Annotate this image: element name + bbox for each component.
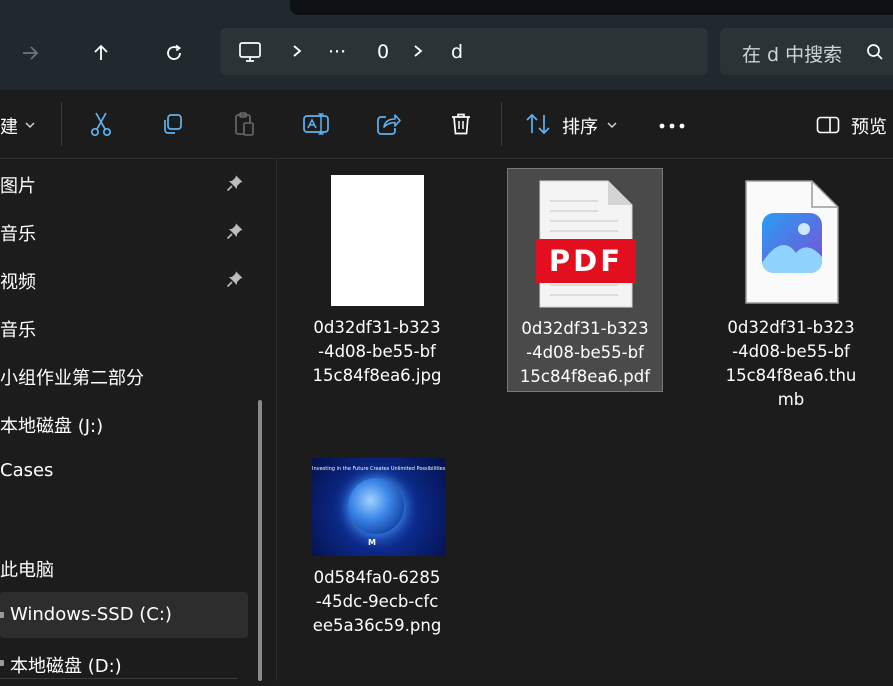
sidebar-item-cases[interactable]: Cases: [0, 448, 248, 494]
pin-icon[interactable]: [226, 270, 244, 288]
search-icon[interactable]: [866, 43, 884, 61]
file-list: 0d32df31-b323 -4d08-be55-bf 15c84f8ea6.j…: [277, 159, 893, 681]
pdf-file-icon: PDF: [536, 180, 636, 308]
delete-button[interactable]: [445, 108, 477, 140]
preview-pane-icon[interactable]: [816, 116, 840, 134]
sidebar-item-label: 图片: [0, 176, 36, 197]
pin-icon[interactable]: [226, 222, 244, 240]
breadcrumb-segment-d[interactable]: d: [451, 40, 463, 64]
earth-image-thumbnail: Investing in the Future Creates Unlimite…: [312, 458, 445, 556]
image-thumbnail: [331, 175, 424, 306]
photos-file-icon: [745, 180, 839, 304]
address-bar[interactable]: ··· 0 d: [220, 28, 708, 75]
sidebar-item-label: 视频: [0, 272, 36, 293]
command-bar: 建 排序 预览: [0, 90, 893, 159]
breadcrumb-ellipsis[interactable]: ···: [328, 40, 346, 64]
sidebar-item-music[interactable]: 音乐: [0, 208, 248, 254]
clipboard-icon: [235, 112, 254, 136]
sidebar-item-label: Windows-SSD (C:): [10, 604, 172, 625]
file-name: 0d32df31-b323 -4d08-be55-bf 15c84f8ea6.t…: [725, 318, 857, 409]
breadcrumb-chevron-icon: [293, 45, 302, 57]
pin-icon[interactable]: [226, 174, 244, 192]
refresh-icon: [167, 44, 182, 60]
sidebar-item-group-work[interactable]: 小组作业第二部分: [0, 352, 248, 398]
refresh-button[interactable]: [158, 37, 190, 69]
sidebar-item-label: 本地磁盘 (D:): [10, 656, 122, 677]
sidebar-item-label: 小组作业第二部分: [0, 368, 144, 389]
sidebar-item-drive-d[interactable]: 本地磁盘 (D:): [0, 640, 248, 686]
forward-button[interactable]: [14, 37, 46, 69]
preview-button[interactable]: 预览: [851, 113, 887, 139]
copy-button[interactable]: [156, 108, 188, 140]
file-item[interactable]: 0d32df31-b323 -4d08-be55-bf 15c84f8ea6.j…: [300, 169, 454, 399]
file-name: 0d32df31-b323 -4d08-be55-bf 15c84f8ea6.j…: [312, 318, 442, 385]
sidebar-scrollbar[interactable]: [258, 400, 262, 681]
file-item-selected[interactable]: PDF 0d32df31-b323 -4d08-be55-bf 15c84f8e…: [507, 168, 663, 392]
rename-icon: [303, 113, 329, 135]
computer-icon: [239, 42, 261, 62]
window-top-strip: [290, 0, 893, 15]
sidebar-item-label: 音乐: [0, 320, 36, 341]
file-item[interactable]: 0d32df31-b323 -4d08-be55-bf 15c84f8ea6.t…: [714, 169, 868, 419]
sidebar-item-label: 此电脑: [0, 560, 54, 581]
sidebar-item-music-folder[interactable]: 音乐: [0, 304, 248, 350]
file-name: 0d584fa0-6285 -45dc-9ecb-cfc ee5a36c59.p…: [312, 568, 442, 635]
sidebar-item-label: 本地磁盘 (J:): [0, 416, 104, 437]
cut-button[interactable]: [85, 108, 117, 140]
sidebar-item-drive-j[interactable]: 本地磁盘 (J:): [0, 400, 248, 446]
thumbnail-logo: M: [368, 538, 376, 547]
sort-arrows-icon: [526, 113, 550, 135]
sidebar-item-drive-c[interactable]: Windows-SSD (C:): [0, 592, 248, 638]
sidebar-item-videos[interactable]: 视频: [0, 256, 248, 302]
toolbar-separator: [501, 102, 502, 146]
rename-button[interactable]: [300, 108, 332, 140]
drive-icon: [0, 660, 4, 666]
sidebar-item-pictures[interactable]: 图片: [0, 160, 248, 206]
sidebar-item-label: 音乐: [0, 224, 36, 245]
sidebar-item-label: Cases: [0, 460, 54, 481]
sort-label[interactable]: 排序: [562, 113, 598, 139]
file-item[interactable]: Investing in the Future Creates Unlimite…: [300, 451, 454, 651]
share-icon: [377, 114, 401, 135]
breadcrumb-chevron-icon: [414, 45, 423, 57]
forward-arrow-icon: [23, 46, 39, 60]
thumbnail-caption: Investing in the Future Creates Unlimite…: [312, 466, 445, 472]
new-button[interactable]: 建: [0, 113, 18, 139]
paste-button[interactable]: [228, 108, 260, 140]
more-options-icon[interactable]: [659, 123, 685, 129]
sort-button[interactable]: [522, 108, 554, 140]
trash-icon: [452, 113, 470, 135]
chevron-down-icon[interactable]: [24, 121, 36, 129]
globe-graphic: [348, 478, 404, 534]
share-button[interactable]: [373, 108, 405, 140]
sidebar-item-this-pc[interactable]: 此电脑: [0, 544, 248, 590]
breadcrumb-segment-0[interactable]: 0: [377, 40, 389, 64]
copy-icon: [164, 114, 182, 134]
chevron-down-icon[interactable]: [606, 121, 618, 129]
scissors-icon: [90, 112, 112, 137]
search-box[interactable]: 在 d 中搜索: [720, 28, 893, 75]
toolbar-separator: [61, 102, 62, 146]
search-input[interactable]: 在 d 中搜索: [742, 40, 842, 67]
up-arrow-icon: [94, 44, 108, 60]
navigation-pane: 图片 音乐 视频 音乐 小组作业第二部分 本地磁盘 (J:) Cases 此电脑…: [0, 159, 276, 681]
file-name: 0d32df31-b323 -4d08-be55-bf 15c84f8ea6.p…: [519, 319, 651, 386]
drive-icon: [0, 612, 4, 618]
pdf-badge-text: PDF: [549, 244, 623, 278]
up-button[interactable]: [85, 37, 117, 69]
